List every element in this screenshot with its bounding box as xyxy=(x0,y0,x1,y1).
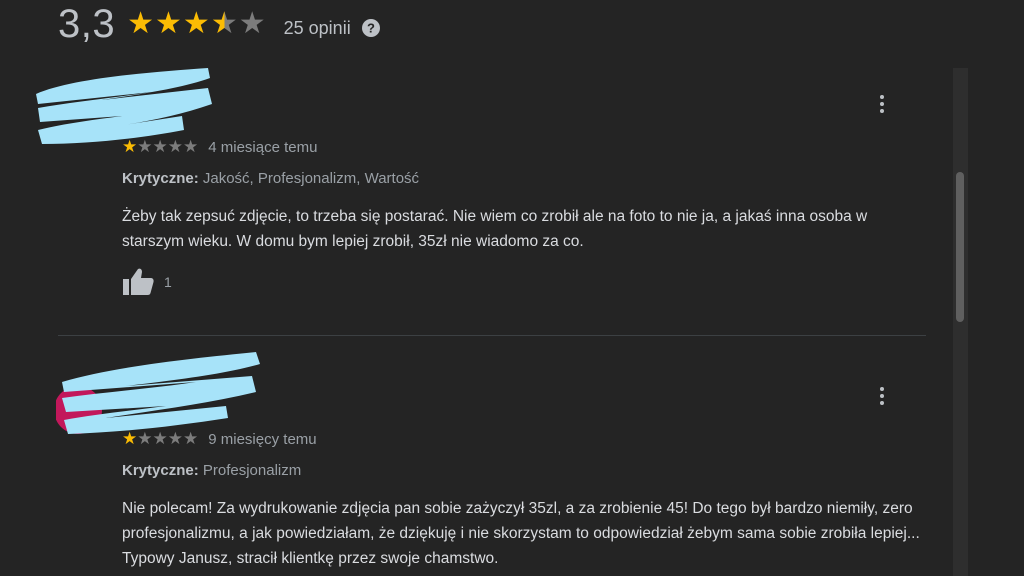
review-divider xyxy=(58,335,926,336)
review-stars: ★ ★ ★ ★ ★ xyxy=(122,430,198,448)
critical-label: Krytyczne: xyxy=(122,170,199,187)
more-options-icon[interactable] xyxy=(872,92,892,116)
empty-star-icon: ★ xyxy=(137,429,153,448)
critical-items: Jakość, Profesjonalizm, Wartość xyxy=(198,170,420,187)
star-icon: ★ xyxy=(155,7,182,40)
average-stars: ★ ★ ★ ★ ★ xyxy=(127,9,266,39)
empty-star-icon: ★ xyxy=(183,429,199,448)
help-circle-icon[interactable]: ? xyxy=(361,18,381,38)
star-icon: ★ xyxy=(127,7,155,40)
review-count-link[interactable]: 25 opinii xyxy=(284,18,351,39)
review-critical: Krytyczne: Jakość, Profesjonalizm, Warto… xyxy=(122,170,419,187)
empty-star-icon: ★ xyxy=(238,7,266,40)
empty-star-icon: ★ xyxy=(167,137,183,156)
review-time: 9 miesięcy temu xyxy=(208,430,317,448)
thumbs-up-icon xyxy=(123,268,154,295)
review-text: Żeby tak zepsuć zdjęcie, to trzeba się p… xyxy=(122,208,868,250)
like-button[interactable]: 1 xyxy=(122,267,172,297)
average-rating: 3,3 xyxy=(58,1,116,46)
review-rating-row: ★ ★ ★ ★ ★ 9 miesięcy temu xyxy=(122,430,317,448)
review-rating-row: ★ ★ ★ ★ ★ 4 miesiące temu xyxy=(122,138,317,156)
star-icon: ★ xyxy=(122,137,138,156)
redacted-reviewer-name xyxy=(56,352,260,434)
redacted-reviewer-name xyxy=(36,68,212,144)
svg-text:?: ? xyxy=(367,21,375,36)
review-time: 4 miesiące temu xyxy=(208,138,318,156)
empty-star-icon: ★ xyxy=(183,137,199,156)
review-stars: ★ ★ ★ ★ ★ xyxy=(122,138,198,156)
critical-label: Krytyczne: xyxy=(122,462,199,479)
empty-star-icon: ★ xyxy=(152,137,168,156)
empty-star-icon: ★ xyxy=(152,429,168,448)
half-star-icon: ★ xyxy=(210,7,238,40)
empty-star-icon: ★ xyxy=(167,429,183,448)
star-icon: ★ xyxy=(182,7,210,40)
star-icon: ★ xyxy=(122,429,138,448)
scrollbar-thumb[interactable] xyxy=(956,172,964,322)
empty-star-icon: ★ xyxy=(137,137,153,156)
like-count: 1 xyxy=(164,274,172,290)
scrollbar-track[interactable] xyxy=(953,68,968,576)
critical-items: Profesjonalizm xyxy=(198,462,302,479)
rating-summary: 3,3 ★ ★ ★ ★ ★ 25 opinii ? xyxy=(58,2,381,46)
review-critical: Krytyczne: Profesjonalizm xyxy=(122,462,301,479)
more-options-icon[interactable] xyxy=(872,384,892,408)
review-text: Nie polecam! Za wydrukowanie zdjęcia pan… xyxy=(122,500,920,567)
